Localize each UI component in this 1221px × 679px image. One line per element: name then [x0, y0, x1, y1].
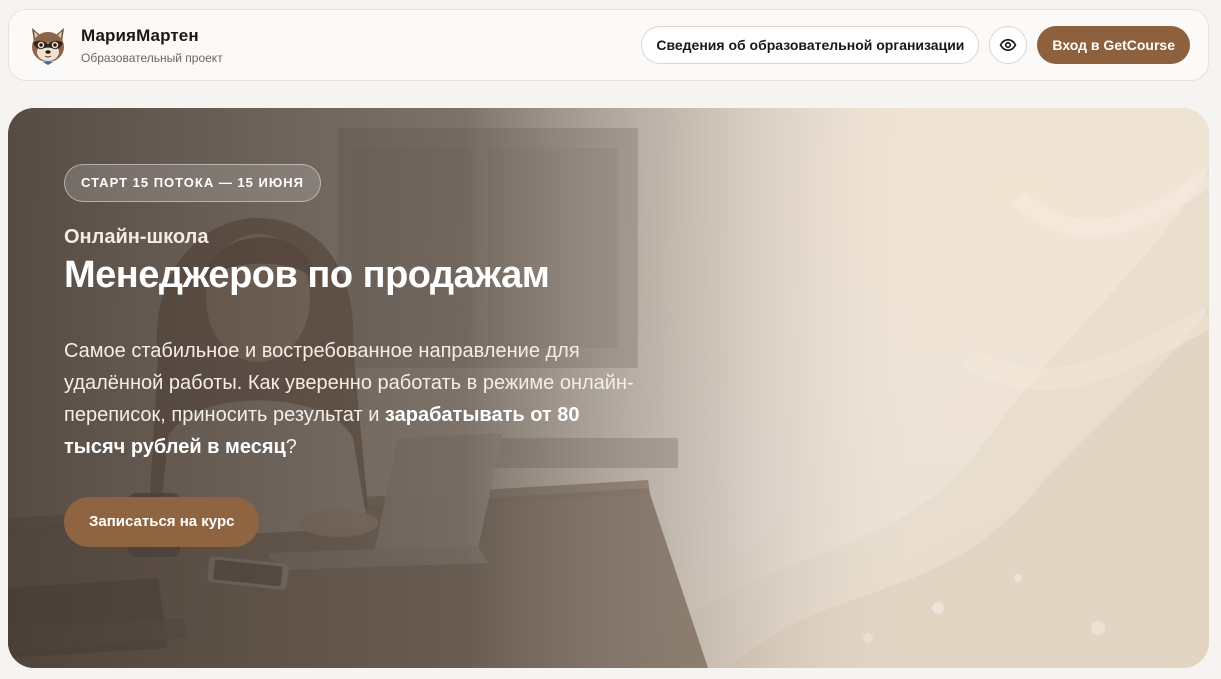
raccoon-logo-icon	[32, 28, 64, 65]
stream-start-badge: СТАРТ 15 ПОТОКА — 15 ИЮНЯ	[64, 164, 321, 202]
header-actions: Сведения об образовательной организации …	[641, 26, 1190, 64]
brand[interactable]: МарияМартен Образовательный проект	[27, 24, 223, 66]
hero-description-end: ?	[285, 435, 297, 458]
enroll-button[interactable]: Записаться на курс	[64, 496, 260, 547]
hero-description: Самое стабильное и востребованное направ…	[64, 335, 644, 463]
hero-eyebrow: Онлайн-школа	[64, 226, 209, 248]
eye-icon	[1000, 38, 1017, 52]
brand-subtitle: Образовательный проект	[81, 50, 223, 65]
hero-content: СТАРТ 15 ПОТОКА — 15 ИЮНЯ Онлайн-школа М…	[64, 164, 664, 547]
brand-text: МарияМартен Образовательный проект	[81, 26, 223, 65]
site-header: МарияМартен Образовательный проект Сведе…	[8, 9, 1209, 81]
login-getcourse-button[interactable]: Вход в GetCourse	[1037, 26, 1190, 64]
brand-name: МарияМартен	[81, 25, 199, 45]
org-info-button[interactable]: Сведения об образовательной организации	[641, 26, 980, 64]
accessibility-button[interactable]	[989, 26, 1028, 64]
hero-title: Менеджеров по продажам	[64, 254, 550, 296]
hero-section: СТАРТ 15 ПОТОКА — 15 ИЮНЯ Онлайн-школа М…	[8, 108, 1209, 668]
